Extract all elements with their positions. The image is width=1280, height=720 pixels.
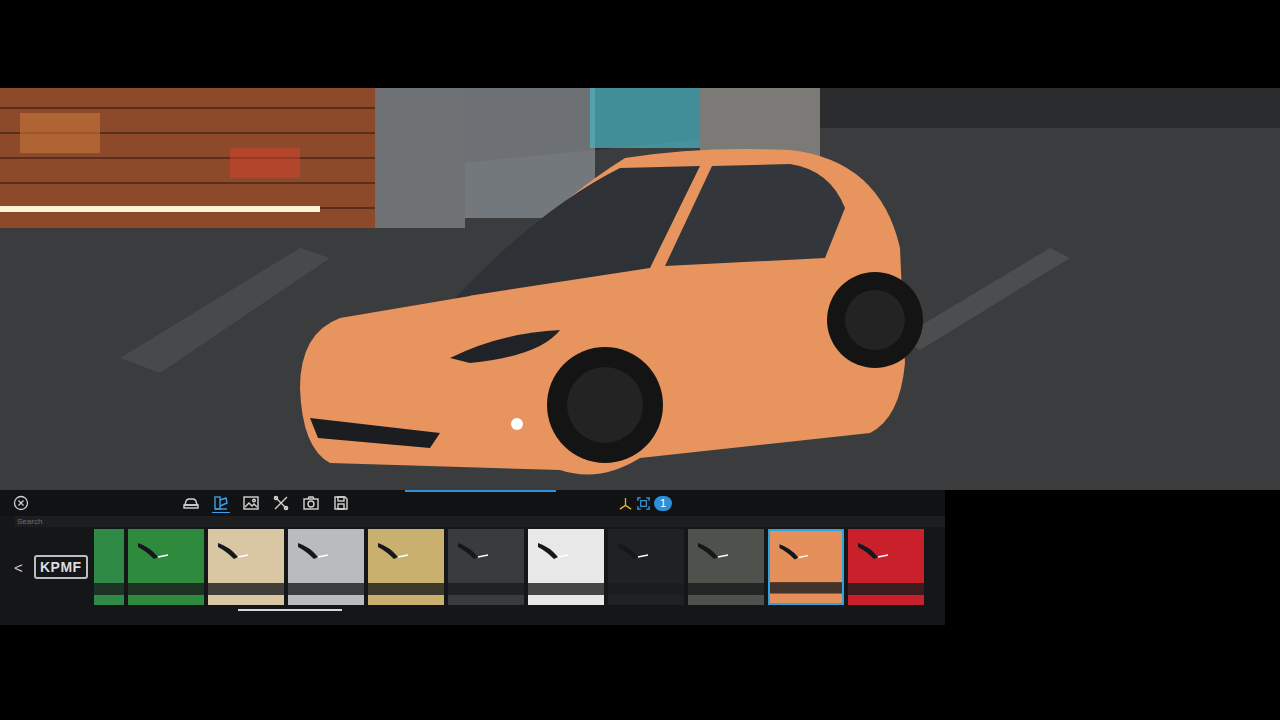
color-swatch[interactable]	[368, 529, 444, 605]
tools-tool[interactable]	[272, 494, 290, 512]
toolbar-progress	[0, 490, 945, 492]
swatch-row: <KPMF	[0, 527, 945, 607]
axis-icon[interactable]	[618, 496, 633, 511]
paint-icon	[212, 494, 230, 512]
color-swatch[interactable]	[528, 529, 604, 605]
car-front-icon	[128, 529, 204, 605]
save-icon	[332, 494, 350, 512]
color-swatch[interactable]	[608, 529, 684, 605]
tools-icon	[272, 494, 290, 512]
car-front-icon	[208, 529, 284, 605]
view-controls: 1	[618, 496, 672, 511]
paint-tool[interactable]	[212, 494, 230, 513]
car-icon	[182, 494, 200, 512]
color-swatch[interactable]	[94, 529, 124, 605]
color-swatch[interactable]	[208, 529, 284, 605]
car-front-icon	[368, 529, 444, 605]
car-scene-icon	[0, 88, 1280, 490]
car-front-icon	[288, 529, 364, 605]
car-front-icon	[688, 529, 764, 605]
camera-icon	[302, 494, 320, 512]
camera-tool[interactable]	[302, 494, 320, 512]
top-letterbox	[0, 0, 1280, 88]
toolbar: 1	[0, 490, 945, 516]
search-field[interactable]: Search	[15, 516, 945, 527]
car-front-icon	[528, 529, 604, 605]
swatch-strip[interactable]	[94, 527, 930, 607]
car-front-icon	[448, 529, 524, 605]
car-front-icon	[770, 531, 842, 603]
car-front-icon	[94, 529, 124, 605]
color-swatch[interactable]	[128, 529, 204, 605]
save-tool[interactable]	[332, 494, 350, 512]
car-render[interactable]	[0, 88, 1280, 490]
close-icon[interactable]	[13, 495, 29, 511]
color-swatch[interactable]	[768, 529, 844, 605]
configurator-screen: 1Search<KPMF	[0, 0, 1280, 720]
swatch-scrollbar[interactable]	[238, 609, 1038, 611]
image-icon	[242, 494, 260, 512]
color-swatch[interactable]	[688, 529, 764, 605]
wrap-panel: Search<KPMF	[0, 516, 945, 625]
image-tool[interactable]	[242, 494, 260, 512]
color-swatch[interactable]	[848, 529, 924, 605]
color-swatch[interactable]	[448, 529, 524, 605]
tool-group	[182, 494, 350, 513]
brand-logo[interactable]: KPMF	[34, 555, 88, 579]
car-front-icon	[608, 529, 684, 605]
back-button[interactable]: <	[14, 559, 34, 576]
color-swatch[interactable]	[288, 529, 364, 605]
bottom-area: Search<KPMF	[0, 516, 1280, 720]
frame-icon[interactable]	[636, 496, 651, 511]
car-tool[interactable]	[182, 494, 200, 512]
car-front-icon	[848, 529, 924, 605]
view-badge[interactable]: 1	[654, 496, 672, 511]
